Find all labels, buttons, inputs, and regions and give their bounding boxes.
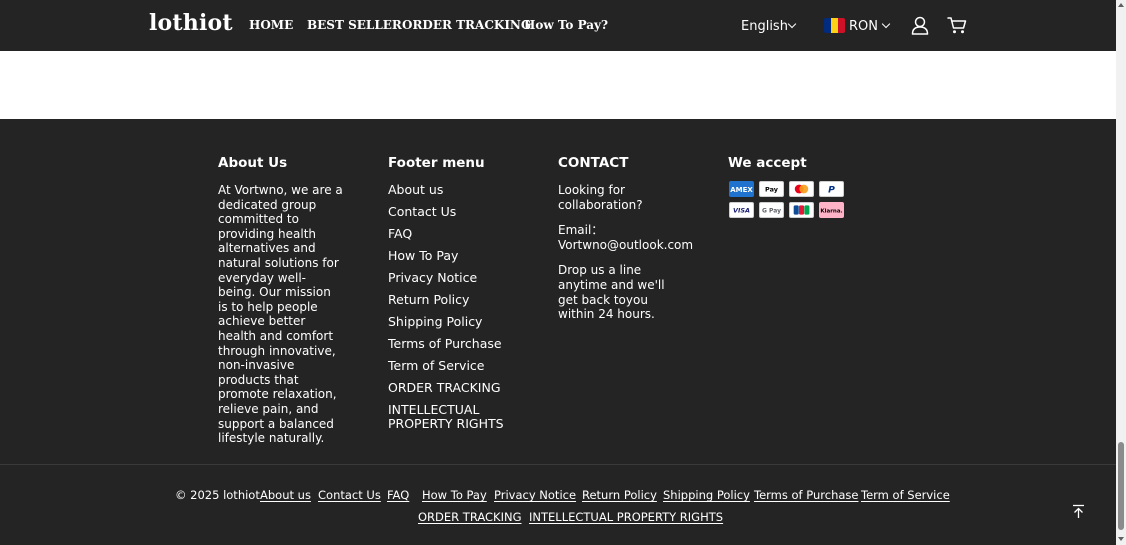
google-pay-icon: G Pay: [759, 202, 784, 218]
bottom-link-term-of-service[interactable]: Term of Service: [861, 488, 950, 502]
contact-response: Drop us a line anytime and we'll get bac…: [558, 263, 665, 322]
copyright: © 2025 lothiot: [175, 488, 260, 502]
footer-about: About Us At Vortwno, we are a dedicated …: [218, 155, 343, 446]
footer-link-contact-us[interactable]: Contact Us: [388, 204, 513, 220]
svg-text:Pay: Pay: [765, 186, 779, 194]
footer-link-return-policy[interactable]: Return Policy: [388, 292, 513, 308]
nav-best-seller[interactable]: BEST SELLER: [307, 18, 402, 32]
footer-about-text: At Vortwno, we are a dedicated group com…: [218, 183, 343, 446]
footer-about-title: About Us: [218, 155, 288, 171]
contact-email[interactable]: Email： Vortwno@outlook.com: [558, 223, 693, 252]
scroll-up-arrow-icon[interactable]: [1118, 3, 1124, 7]
language-selector[interactable]: English: [741, 19, 788, 34]
romania-flag-icon[interactable]: [824, 18, 845, 33]
language-label: English: [741, 19, 788, 34]
footer-link-faq[interactable]: FAQ: [388, 226, 513, 242]
footer-divider: [0, 464, 1116, 465]
footer-contact: CONTACT Looking for collaboration? Email…: [558, 155, 693, 333]
mastercard-icon: [789, 181, 814, 197]
bottom-link-order-tracking[interactable]: ORDER TRACKING: [418, 510, 522, 524]
amex-icon: AMEX: [729, 181, 754, 197]
bottom-link-ip-rights[interactable]: INTELLECTUAL PROPERTY RIGHTS: [529, 510, 723, 524]
bottom-link-terms-of-purchase[interactable]: Terms of Purchase: [754, 488, 858, 502]
bottom-link-return-policy[interactable]: Return Policy: [582, 488, 657, 502]
footer-menu: Footer menu About us Contact Us FAQ How …: [388, 155, 513, 432]
footer-link-shipping-policy[interactable]: Shipping Policy: [388, 314, 513, 330]
back-to-top-icon[interactable]: [1072, 504, 1085, 519]
bottom-link-privacy-notice[interactable]: Privacy Notice: [494, 488, 576, 502]
apple-pay-icon: Pay: [759, 181, 784, 197]
site-header: lothiot HOME BEST SELLER ORDER TRACKING …: [0, 0, 1116, 51]
svg-text:Klarna.: Klarna.: [820, 209, 842, 215]
visa-icon: VISA: [729, 202, 754, 218]
scroll-down-arrow-icon[interactable]: [1118, 537, 1124, 541]
nav-how-to-pay[interactable]: How To Pay?: [524, 18, 608, 32]
footer-payments-title: We accept: [728, 155, 807, 171]
chevron-down-icon: [881, 19, 891, 29]
footer-link-about-us[interactable]: About us: [388, 182, 513, 198]
account-icon[interactable]: [911, 16, 929, 35]
footer-link-ip-rights[interactable]: INTELLECTUAL PROPERTY RIGHTS: [388, 402, 513, 432]
footer-payments: We accept: [728, 155, 858, 183]
footer-menu-title: Footer menu: [388, 155, 485, 171]
footer-link-term-of-service[interactable]: Term of Service: [388, 358, 513, 374]
bottom-link-shipping-policy[interactable]: Shipping Policy: [663, 488, 750, 502]
jcb-icon: [789, 202, 814, 218]
nav-order-tracking[interactable]: ORDER TRACKING: [402, 18, 531, 32]
svg-text:VISA: VISA: [733, 207, 750, 215]
bottom-link-how-to-pay[interactable]: How To Pay: [422, 488, 487, 502]
bottom-link-about-us[interactable]: About us: [260, 488, 311, 502]
footer-link-how-to-pay[interactable]: How To Pay: [388, 248, 513, 264]
bottom-link-faq[interactable]: FAQ: [387, 488, 409, 502]
site-logo[interactable]: lothiot: [149, 10, 233, 36]
footer-link-privacy-notice[interactable]: Privacy Notice: [388, 270, 513, 286]
page-scrollbar[interactable]: [1116, 0, 1126, 545]
nav-home[interactable]: HOME: [249, 18, 293, 32]
currency-selector[interactable]: RON: [849, 19, 878, 34]
contact-collaboration: Looking for collaboration?: [558, 183, 643, 212]
paypal-icon: P: [819, 181, 844, 197]
footer-contact-title: CONTACT: [558, 155, 629, 171]
bottom-link-contact-us[interactable]: Contact Us: [318, 488, 381, 502]
svg-text:P: P: [828, 185, 835, 196]
klarna-icon: Klarna.: [819, 202, 844, 218]
footer-link-order-tracking[interactable]: ORDER TRACKING: [388, 380, 513, 396]
cart-icon[interactable]: [947, 16, 967, 35]
chevron-down-icon: [787, 19, 797, 29]
site-footer: About Us At Vortwno, we are a dedicated …: [0, 119, 1116, 545]
svg-text:G Pay: G Pay: [762, 208, 781, 215]
content-gap: [0, 51, 1116, 119]
svg-text:AMEX: AMEX: [730, 186, 753, 194]
scrollbar-thumb[interactable]: [1118, 442, 1124, 530]
footer-link-terms-of-purchase[interactable]: Terms of Purchase: [388, 336, 513, 352]
